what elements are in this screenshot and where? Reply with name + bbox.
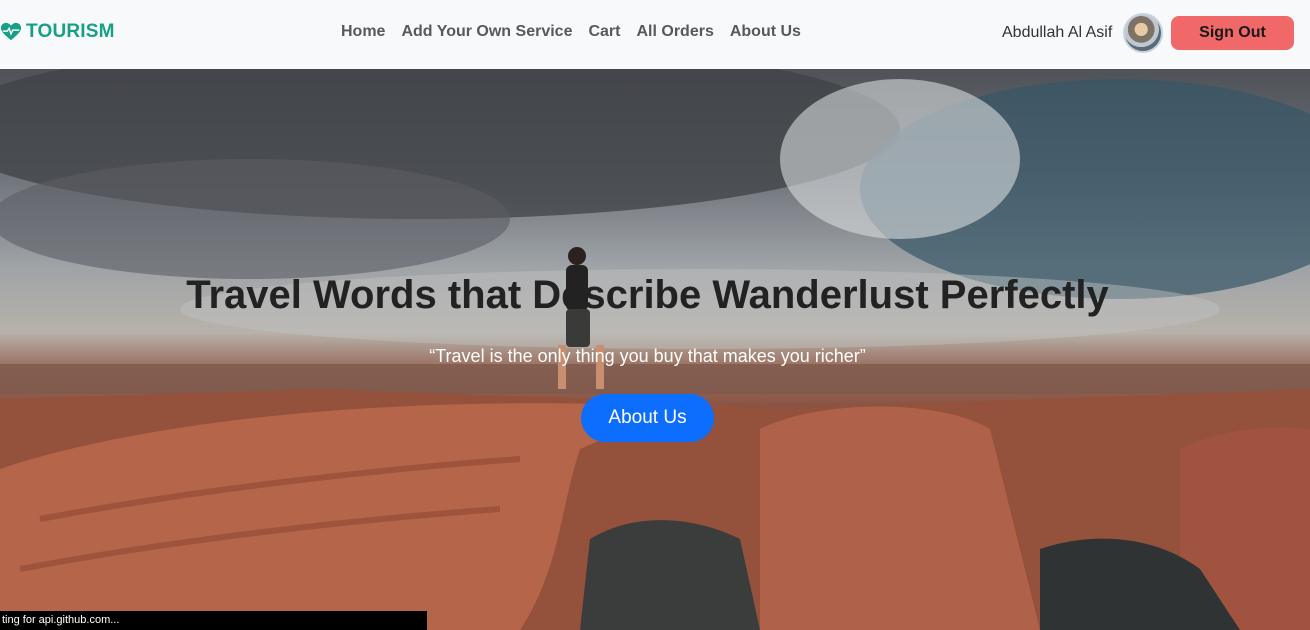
main-nav: Home Add Your Own Service Cart All Order… <box>341 23 801 41</box>
sign-out-button[interactable]: Sign Out <box>1171 16 1294 50</box>
brand-name: TOURISM <box>26 21 115 42</box>
browser-status-bar: ting for api.github.com... <box>0 611 427 630</box>
nav-home-link[interactable]: Home <box>341 23 385 41</box>
user-avatar[interactable] <box>1123 13 1163 53</box>
about-us-button[interactable]: About Us <box>581 394 714 442</box>
heart-pulse-icon <box>0 22 22 41</box>
brand-logo[interactable]: TOURISM <box>0 21 115 43</box>
hero-quote: “Travel is the only thing you buy that m… <box>429 346 866 366</box>
hero-title: Travel Words that Describe Wanderlust Pe… <box>186 273 1109 317</box>
nav-cart-link[interactable]: Cart <box>588 23 620 41</box>
user-name: Abdullah Al Asif <box>1002 24 1113 41</box>
navbar: TOURISM Home Add Your Own Service Cart A… <box>0 0 1310 69</box>
hero-banner: Travel Words that Describe Wanderlust Pe… <box>0 69 1310 630</box>
nav-about-us-link[interactable]: About Us <box>730 23 801 41</box>
nav-all-orders-link[interactable]: All Orders <box>636 23 713 41</box>
nav-add-service-link[interactable]: Add Your Own Service <box>401 23 572 41</box>
